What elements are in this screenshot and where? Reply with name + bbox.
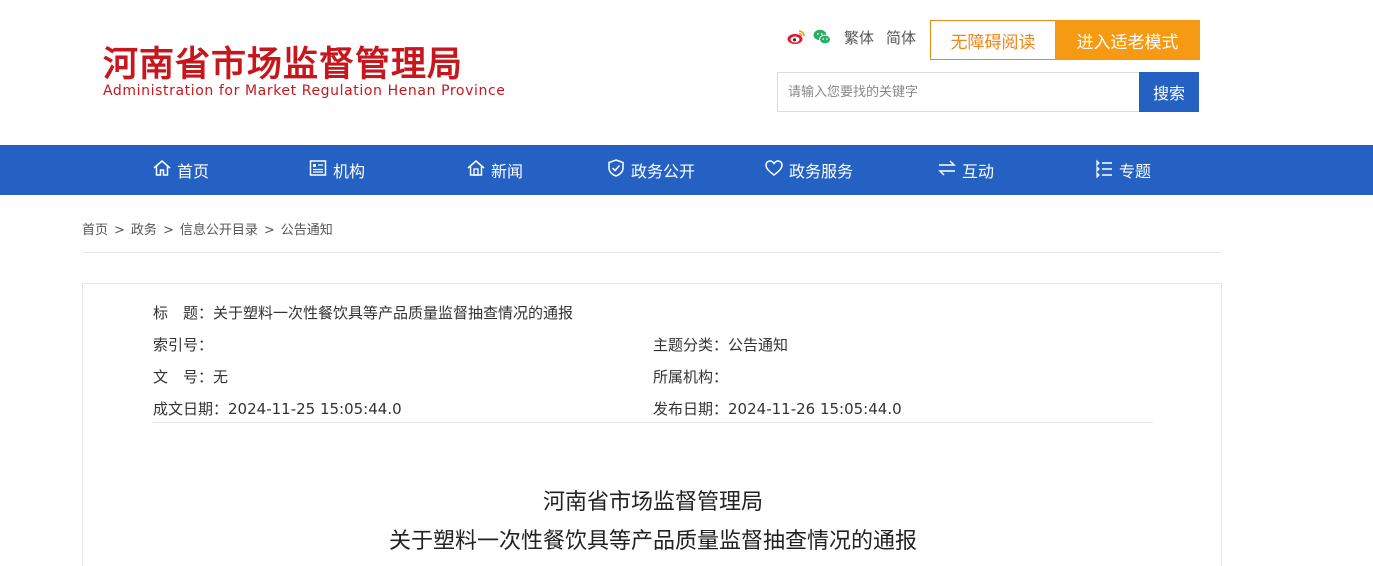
meta-org: 所属机构： [653,366,728,387]
meta-doc-no-label: 文 号： [153,368,214,386]
breadcrumb-separator: > [263,223,275,238]
meta-category-label: 主题分类： [653,336,729,354]
meta-published-label: 发布日期： [653,400,729,418]
nav-label: 政务公开 [631,162,696,181]
meta-created-value: 2024-11-25 15:05:44.0 [228,400,402,418]
meta-published-date: 发布日期：2024-11-26 15:05:44.0 [653,398,902,419]
meta-index: 索引号： [153,334,213,355]
nav-label: 政务服务 [789,162,854,181]
weibo-icon[interactable] [786,27,806,47]
org-icon [308,158,328,182]
elder-mode-button[interactable]: 进入适老模式 [1055,20,1200,60]
site-header: 河南省市场监督管理局 Administration for Market Reg… [0,0,1373,145]
breadcrumb: 首页 > 政务 > 信息公开目录 > 公告通知 [82,219,333,238]
meta-org-label: 所属机构： [653,368,729,386]
meta-category: 主题分类：公告通知 [653,334,788,355]
article-heading-org: 河南省市场监督管理局 [542,490,763,515]
nav-label: 互动 [962,162,995,181]
nav-item-home[interactable]: 首页 [152,145,209,195]
nav-label: 首页 [177,162,210,181]
nav-label: 机构 [333,162,366,181]
site-subtitle: Administration for Market Regulation Hen… [103,83,506,99]
list-icon [1094,158,1114,182]
heart-icon [764,158,784,182]
news-icon [466,158,486,182]
breadcrumb-home[interactable]: 首页 [82,223,108,238]
wechat-icon[interactable] [812,27,832,47]
breadcrumb-separator: > [114,223,125,238]
meta-title: 标 题：关于塑料一次性餐饮具等产品质量监督抽查情况的通报 [153,302,573,323]
breadcrumb-gov[interactable]: 政务 [131,223,157,238]
search-button[interactable]: 搜索 [1139,72,1199,112]
breadcrumb-info-catalog[interactable]: 信息公开目录 [180,223,258,238]
meta-index-label: 索引号： [153,336,214,354]
meta-category-value: 公告通知 [728,336,789,354]
nav-item-gov-open[interactable]: 政务公开 [606,145,695,195]
search-input[interactable] [777,72,1139,112]
breadcrumb-separator: > [162,223,174,238]
meta-published-value: 2024-11-26 15:05:44.0 [728,400,902,418]
meta-created-date: 成文日期：2024-11-25 15:05:44.0 [153,398,402,419]
nav-label: 新闻 [491,162,524,181]
meta-divider [153,422,1153,423]
site-title[interactable]: 河南省市场监督管理局 [103,36,463,87]
meta-doc-no-value: 无 [213,368,229,386]
nav-item-topics[interactable]: 专题 [1094,145,1151,195]
exchange-icon [937,158,957,182]
main-nav: 首页 机构 新闻 政务公开 政务服务 互动 专题 [0,145,1373,195]
shield-icon [606,158,626,182]
simplified-chinese-link[interactable]: 简体 [886,27,916,48]
nav-item-gov-service[interactable]: 政务服务 [764,145,853,195]
meta-title-value: 关于塑料一次性餐饮具等产品质量监督抽查情况的通报 [213,304,574,322]
nav-item-interaction[interactable]: 互动 [937,145,994,195]
nav-item-org[interactable]: 机构 [308,145,365,195]
meta-title-label: 标 题： [153,304,214,322]
accessible-reading-button[interactable]: 无障碍阅读 [930,20,1056,60]
breadcrumb-notices[interactable]: 公告通知 [281,223,333,238]
article-container: 标 题：关于塑料一次性餐饮具等产品质量监督抽查情况的通报 索引号： 主题分类：公… [82,283,1222,566]
nav-label: 专题 [1119,162,1152,181]
nav-item-news[interactable]: 新闻 [466,145,523,195]
meta-created-label: 成文日期： [153,400,229,418]
meta-doc-no: 文 号：无 [153,366,228,387]
breadcrumb-divider [82,252,1222,253]
traditional-chinese-link[interactable]: 繁体 [844,27,874,48]
home-icon [152,158,172,182]
top-links: 繁体 简体 [786,26,916,48]
article-heading-title: 关于塑料一次性餐饮具等产品质量监督抽查情况的通报 [388,529,917,554]
